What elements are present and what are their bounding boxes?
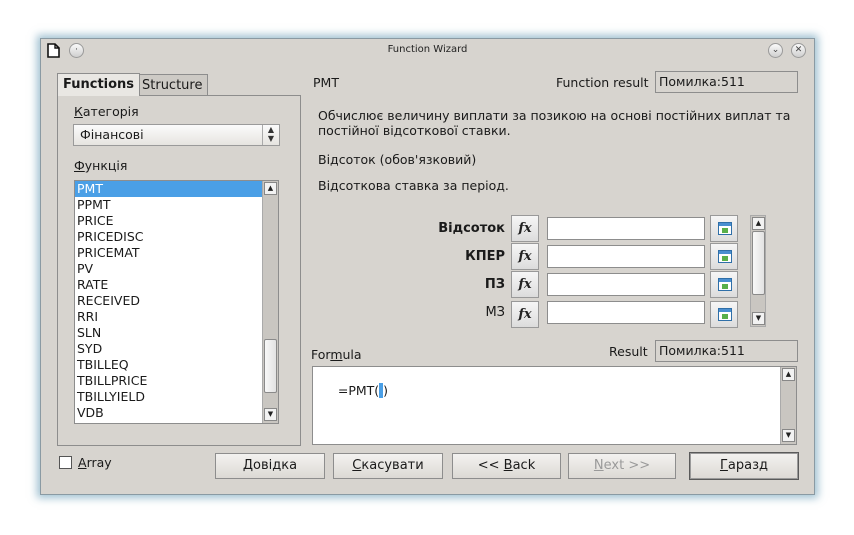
- arg-label-pv: ПЗ: [484, 277, 505, 292]
- args-scroll-up-icon[interactable]: ▲: [752, 217, 765, 230]
- shrink-fv-button[interactable]: [710, 301, 738, 328]
- function-name: PMT: [313, 75, 339, 90]
- array-label: Array: [78, 455, 112, 470]
- arg-label-nper: КПЕР: [465, 249, 505, 264]
- tab-structure-label: Structure: [142, 78, 203, 93]
- select-range-icon: [718, 308, 732, 321]
- formula-scroll-down-icon[interactable]: ▼: [782, 429, 795, 442]
- list-item[interactable]: PPMT: [75, 197, 264, 213]
- title-bar: · Function Wizard ⌄ ✕: [41, 39, 814, 63]
- list-item[interactable]: TBILLPRICE: [75, 373, 264, 389]
- result-label: Result: [609, 344, 648, 359]
- formula-scroll-up-icon[interactable]: ▲: [782, 368, 795, 381]
- scroll-down-arrow-icon[interactable]: ▼: [264, 408, 277, 421]
- function-result-value: Помилка:511: [655, 71, 798, 93]
- category-spin-icon[interactable]: ▲ ▼: [262, 125, 279, 145]
- fx-pv-button[interactable]: fx: [511, 271, 539, 298]
- list-item[interactable]: SYD: [75, 341, 264, 357]
- scroll-up-arrow-icon[interactable]: ▲: [264, 182, 277, 195]
- list-item[interactable]: RATE: [75, 277, 264, 293]
- fx-fv-button[interactable]: fx: [511, 301, 539, 328]
- arg-label-rate: Відсоток: [438, 221, 505, 236]
- tab-functions[interactable]: Functions: [57, 73, 141, 96]
- list-item[interactable]: TBILLEQ: [75, 357, 264, 373]
- list-item[interactable]: RRI: [75, 309, 264, 325]
- cancel-button[interactable]: Скасувати: [333, 453, 443, 479]
- list-item[interactable]: PRICEMAT: [75, 245, 264, 261]
- fx-nper-button[interactable]: fx: [511, 243, 539, 270]
- category-label: Категорія: [74, 104, 139, 119]
- args-scroll-thumb[interactable]: [752, 231, 765, 295]
- select-range-icon: [718, 222, 732, 235]
- current-argument-title: Відсоток (обов'язковий): [318, 152, 477, 167]
- tab-structure[interactable]: Structure: [136, 74, 209, 96]
- arg-input-rate[interactable]: [547, 217, 705, 240]
- fx-rate-button[interactable]: fx: [511, 215, 539, 242]
- arg-label-fv: МЗ: [485, 305, 505, 320]
- formula-editor[interactable]: =PMT( ) ▲ ▼: [312, 366, 797, 445]
- function-list[interactable]: PMT PPMT PRICE PRICEDISC PRICEMAT PV RATE RECEI…: [74, 180, 279, 424]
- current-argument-description: Відсоткова ставка за період.: [318, 178, 509, 193]
- function-wizard-dialog: · Function Wizard ⌄ ✕ Functions Structur…: [40, 38, 815, 495]
- tab-functions-label: Functions: [63, 77, 135, 92]
- select-range-icon: [718, 250, 732, 263]
- formula-scrollbar[interactable]: ▲ ▼: [780, 367, 796, 444]
- next-button[interactable]: Next >>: [568, 453, 676, 479]
- list-item[interactable]: XIRR: [75, 421, 264, 423]
- scroll-thumb[interactable]: [264, 339, 277, 393]
- list-item[interactable]: PRICEDISC: [75, 229, 264, 245]
- function-list-scrollbar[interactable]: ▲ ▼: [262, 181, 278, 423]
- args-scroll-down-icon[interactable]: ▼: [752, 312, 765, 325]
- functions-panel: Категорія Фінансові ▲ ▼ Функція PMT PPMT PR…: [57, 95, 301, 446]
- function-list-label: Функція: [74, 158, 128, 173]
- result-value: Помилка:511: [655, 340, 798, 362]
- arg-input-nper[interactable]: [547, 245, 705, 268]
- list-item[interactable]: VDB: [75, 405, 264, 421]
- help-button[interactable]: Довідка: [215, 453, 325, 479]
- arg-input-fv[interactable]: [547, 301, 705, 324]
- formula-text: =PMT( ): [337, 383, 389, 398]
- list-item[interactable]: RECEIVED: [75, 293, 264, 309]
- array-checkbox[interactable]: [59, 456, 72, 469]
- shrink-pv-button[interactable]: [710, 271, 738, 298]
- arg-input-pv[interactable]: [547, 273, 705, 296]
- list-item[interactable]: TBILLYIELD: [75, 389, 264, 405]
- minimize-button[interactable]: ⌄: [768, 43, 783, 58]
- shrink-nper-button[interactable]: [710, 243, 738, 270]
- window-title: Function Wizard: [387, 44, 468, 55]
- function-description: Обчислює величину виплати за позикою на …: [318, 108, 791, 138]
- close-button[interactable]: ✕: [791, 43, 806, 58]
- category-select[interactable]: Фінансові ▲ ▼: [73, 124, 280, 146]
- arguments-scrollbar[interactable]: ▲ ▼: [750, 215, 766, 327]
- select-range-icon: [718, 278, 732, 291]
- list-item[interactable]: PV: [75, 261, 264, 277]
- list-item[interactable]: PMT: [75, 181, 264, 197]
- list-item[interactable]: PRICE: [75, 213, 264, 229]
- back-button[interactable]: << Back: [452, 453, 561, 479]
- list-item[interactable]: SLN: [75, 325, 264, 341]
- function-result-label: Function result: [556, 75, 649, 90]
- ok-button[interactable]: Гаразд: [689, 452, 799, 480]
- formula-label: Formula: [311, 347, 362, 362]
- function-list-items: PMT PPMT PRICE PRICEDISC PRICEMAT PV RATE RECEI…: [75, 181, 278, 423]
- category-value: Фінансові: [80, 127, 144, 142]
- shrink-rate-button[interactable]: [710, 215, 738, 242]
